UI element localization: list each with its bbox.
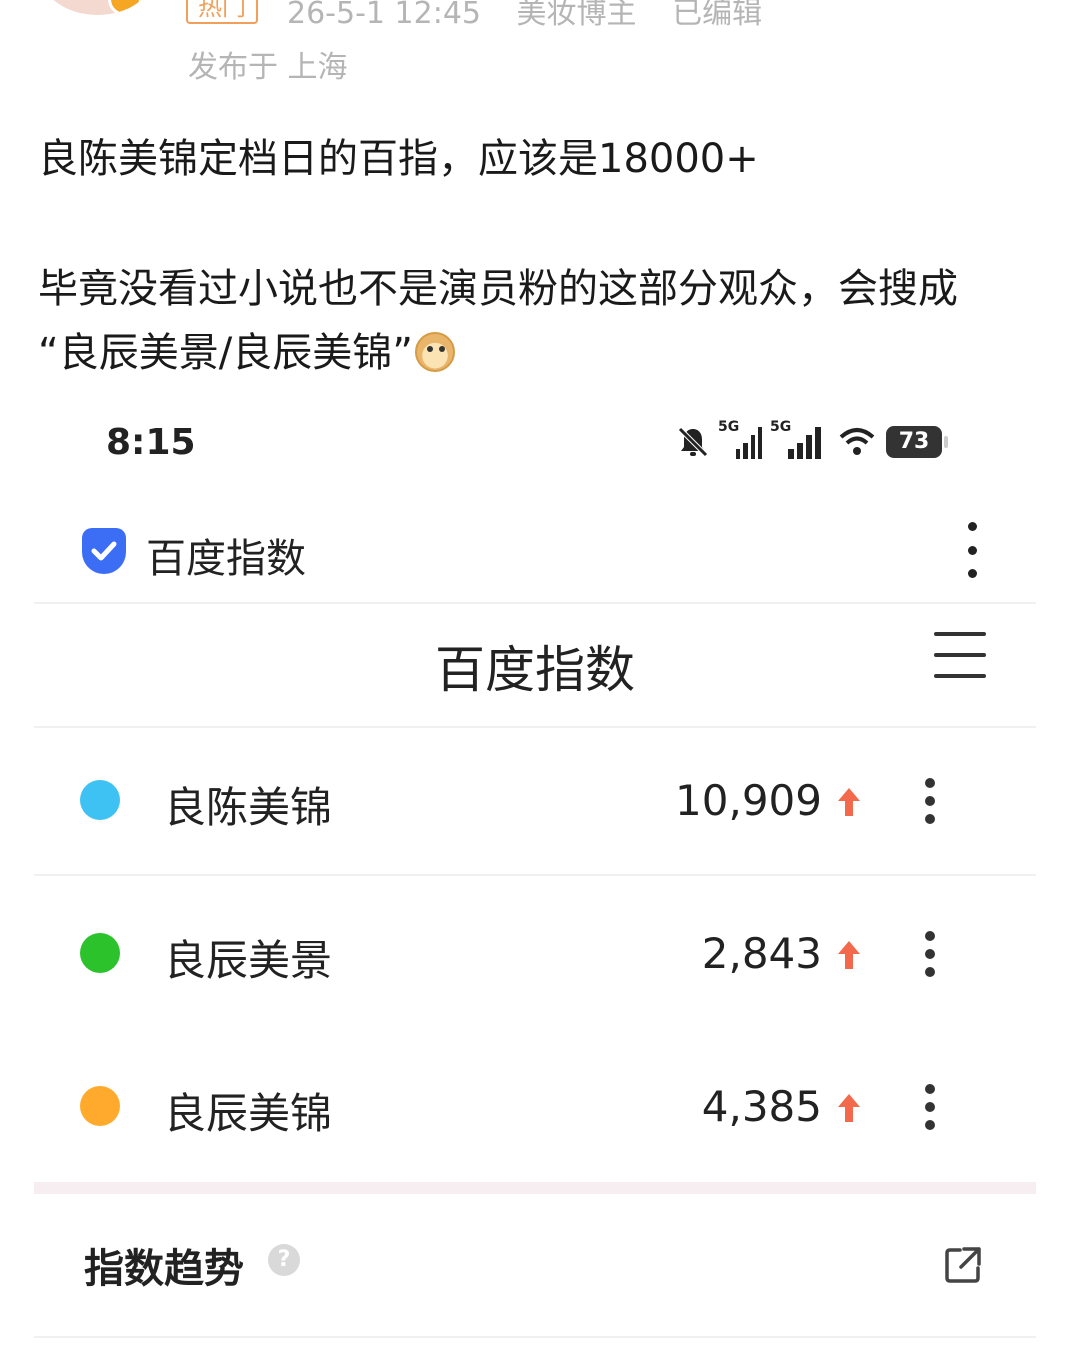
signal-icon: 5G xyxy=(770,419,828,459)
keyword-row[interactable]: 良陈美锦 10,909 xyxy=(0,740,1070,860)
wifi-icon xyxy=(839,428,875,455)
post-text-line1: 良陈美锦定档日的百指，应该是18000+ xyxy=(38,136,759,182)
verified-shield-icon xyxy=(82,528,126,574)
post-text-line3: “良辰美景/良辰美锦” xyxy=(38,320,455,378)
signal-icon: 5G xyxy=(718,419,762,459)
trend-section-title: 指数趋势 xyxy=(84,1246,244,1292)
keyword-label: 良辰美锦 xyxy=(164,1089,333,1138)
arrow-up-icon xyxy=(838,941,860,969)
series-color-dot xyxy=(80,933,120,973)
keyword-value: 2,843 xyxy=(701,929,822,978)
arrow-up-icon xyxy=(838,1094,860,1122)
bell-muted-icon xyxy=(678,427,708,457)
keyword-value: 10,909 xyxy=(675,776,822,825)
verified-badge-icon xyxy=(108,0,142,15)
app-bar: 百度指数 xyxy=(0,510,1070,600)
post-text-quote: “良辰美景/良辰美锦” xyxy=(38,330,413,376)
edited-label: 已编辑 xyxy=(672,0,763,31)
external-link-icon[interactable] xyxy=(942,1244,984,1286)
keyword-row[interactable]: 良辰美景 2,843 xyxy=(0,893,1070,1013)
divider xyxy=(34,602,1036,604)
row-more-icon[interactable] xyxy=(922,931,938,977)
keyword-label: 良陈美锦 xyxy=(164,783,333,832)
post-meta: 26-5-1 12:45 美妆博主 已编辑 xyxy=(287,0,788,32)
keyword-row[interactable]: 良辰美锦 4,385 xyxy=(0,1046,1070,1166)
status-time: 8:15 xyxy=(106,422,196,463)
series-color-dot xyxy=(80,780,120,820)
section-separator xyxy=(34,1182,1036,1194)
page-title: 百度指数 xyxy=(435,641,635,699)
divider xyxy=(34,726,1036,728)
divider xyxy=(34,874,1036,876)
row-more-icon[interactable] xyxy=(922,778,938,824)
divider xyxy=(34,1336,1036,1338)
arrow-up-icon xyxy=(838,788,860,816)
post-datetime: 26-5-1 12:45 xyxy=(287,0,481,31)
post-text-line2: 毕竟没看过小说也不是演员粉的这部分观众，会搜成 xyxy=(38,266,958,312)
row-more-icon[interactable] xyxy=(922,1084,938,1130)
keyword-label: 良辰美景 xyxy=(164,936,333,985)
battery-icon: 73 xyxy=(886,426,948,458)
avatar[interactable] xyxy=(40,0,155,15)
doge-emoji-icon xyxy=(414,332,455,372)
status-icons: 5G 5G 73 xyxy=(676,419,948,464)
author-type: 美妆博主 xyxy=(516,0,637,31)
hamburger-menu-icon[interactable] xyxy=(934,632,986,678)
app-title: 百度指数 xyxy=(146,536,306,582)
more-vertical-icon[interactable] xyxy=(964,522,980,578)
question-icon[interactable]: ? xyxy=(268,1244,300,1276)
post-location: 发布于 上海 xyxy=(188,50,348,85)
hot-tag: 热门 xyxy=(186,0,258,24)
series-color-dot xyxy=(80,1086,120,1126)
keyword-value: 4,385 xyxy=(701,1082,822,1131)
